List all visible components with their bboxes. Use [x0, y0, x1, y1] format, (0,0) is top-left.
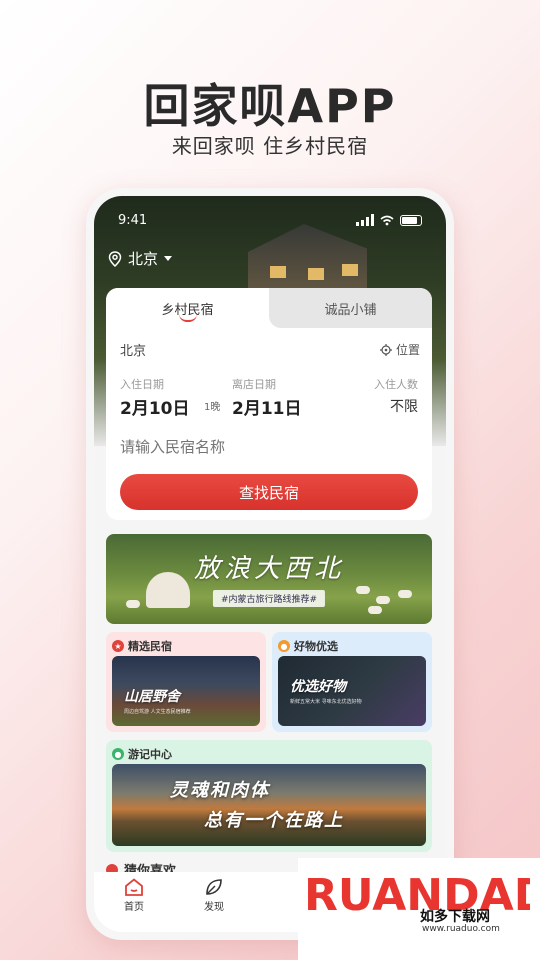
watermark: RUANDADO 如多下载网 www.ruaduo.com	[298, 858, 540, 960]
guests-value[interactable]: 不限	[390, 396, 418, 416]
wifi-icon	[380, 215, 394, 225]
status-bar: 9:41	[118, 210, 422, 230]
homestay-name-input[interactable]	[120, 436, 418, 458]
person-icon: ●	[112, 748, 124, 760]
svg-text:RUANDADO: RUANDADO	[304, 870, 530, 921]
location-pin-icon	[108, 250, 122, 267]
travelogue-line2: 总有一个在路上	[204, 810, 344, 831]
travelogue-title: 游记中心	[128, 748, 172, 761]
app-screen: 9:41 北京 乡村民宿 诚品小铺 北京 位置 入住日期 2月10日 1晚 离店…	[94, 196, 446, 932]
tab-quality-shop[interactable]: 诚品小铺	[269, 288, 432, 328]
star-icon: ★	[112, 640, 124, 652]
sheep-image	[356, 586, 370, 594]
signal-icon	[356, 214, 374, 226]
watermark-logo: RUANDADO	[304, 870, 530, 921]
tabbar-item-home[interactable]: 首页	[94, 878, 174, 913]
caret-down-icon	[164, 255, 173, 261]
good-picks-image-caption: 新鲜五常大米 寻味东北优选好物	[290, 699, 362, 705]
promo-banner[interactable]: 放浪大西北 #内蒙古旅行路线推荐#	[106, 534, 432, 624]
sheep-image	[126, 600, 140, 608]
watermark-url: www.ruaduo.com	[422, 924, 500, 934]
checkin-date[interactable]: 2月10日	[120, 394, 190, 419]
location-selector[interactable]: 北京	[108, 248, 173, 269]
good-picks-image: 优选好物 新鲜五常大米 寻味东北优选好物	[278, 656, 426, 726]
search-tabs: 乡村民宿 诚品小铺	[106, 288, 432, 328]
checkin-label: 入住日期	[120, 378, 164, 391]
featured-homestay-title: 精选民宿	[128, 640, 172, 653]
locate-button[interactable]: 位置	[379, 340, 420, 359]
banner-subtitle: #内蒙古旅行路线推荐#	[212, 590, 326, 607]
tab-rural-homestay[interactable]: 乡村民宿	[106, 288, 269, 328]
battery-icon	[400, 214, 422, 226]
sheep-image	[368, 606, 382, 614]
search-card: 乡村民宿 诚品小铺 北京 位置 入住日期 2月10日 1晚 离店日期 2月11日	[106, 288, 432, 520]
checkout-date[interactable]: 2月11日	[232, 394, 302, 419]
good-picks-image-text: 优选好物	[290, 679, 346, 695]
travelogue-image: 灵魂和肉体 总有一个在路上	[112, 764, 426, 846]
travelogue-card[interactable]: ● 游记中心 灵魂和肉体 总有一个在路上	[106, 740, 432, 852]
window-light	[308, 268, 324, 280]
featured-homestay-header: ★ 精选民宿	[112, 638, 172, 654]
travelogue-header: ● 游记中心	[112, 746, 172, 762]
house-image	[248, 224, 367, 294]
search-city: 北京	[120, 344, 147, 359]
featured-homestay-image: 山居野舍 周边自驾游 人文生态民宿推荐	[112, 656, 260, 726]
featured-homestay-image-caption: 周边自驾游 人文生态民宿推荐	[124, 709, 191, 715]
good-picks-card[interactable]: ● 好物优选 优选好物 新鲜五常大米 寻味东北优选好物	[272, 632, 432, 732]
tabbar-label-discover: 发现	[204, 902, 224, 913]
crosshair-icon	[379, 343, 392, 356]
leaf-icon	[206, 879, 222, 895]
featured-homestay-card[interactable]: ★ 精选民宿 山居野舍 周边自驾游 人文生态民宿推荐	[106, 632, 266, 732]
promo-subline: 来回家呗 住乡村民宿	[171, 134, 369, 158]
featured-homestay-image-text: 山居野舍	[124, 689, 180, 705]
banner-title: 放浪大西北	[193, 554, 344, 584]
watermark-cn: 如多下载网	[420, 909, 490, 925]
checkout-label: 离店日期	[232, 378, 276, 391]
status-time: 9:41	[118, 212, 148, 228]
guests-label: 入住人数	[374, 378, 418, 391]
window-light	[270, 266, 286, 278]
tabbar-label-home: 首页	[124, 902, 144, 913]
travelogue-line1: 灵魂和肉体	[170, 780, 270, 801]
find-homestay-button[interactable]: 查找民宿	[120, 474, 418, 510]
window-light	[342, 264, 358, 276]
nights-count: 1晚	[204, 402, 221, 413]
phone-frame: 9:41 北京 乡村民宿 诚品小铺 北京 位置 入住日期 2月10日 1晚 离店…	[86, 188, 454, 940]
tabbar-item-discover[interactable]: 发现	[174, 878, 254, 913]
promo-headline: 回家呗APP	[143, 79, 397, 133]
home-icon	[125, 878, 143, 896]
position-label: 位置	[395, 343, 420, 357]
good-picks-header: ● 好物优选	[278, 638, 338, 654]
location-city: 北京	[128, 250, 159, 268]
status-icons	[356, 214, 422, 226]
sheep-image	[376, 596, 390, 604]
sheep-image	[398, 590, 412, 598]
good-picks-title: 好物优选	[294, 640, 338, 653]
city-row[interactable]: 北京 位置	[120, 340, 420, 359]
flame-icon: ●	[278, 640, 290, 652]
